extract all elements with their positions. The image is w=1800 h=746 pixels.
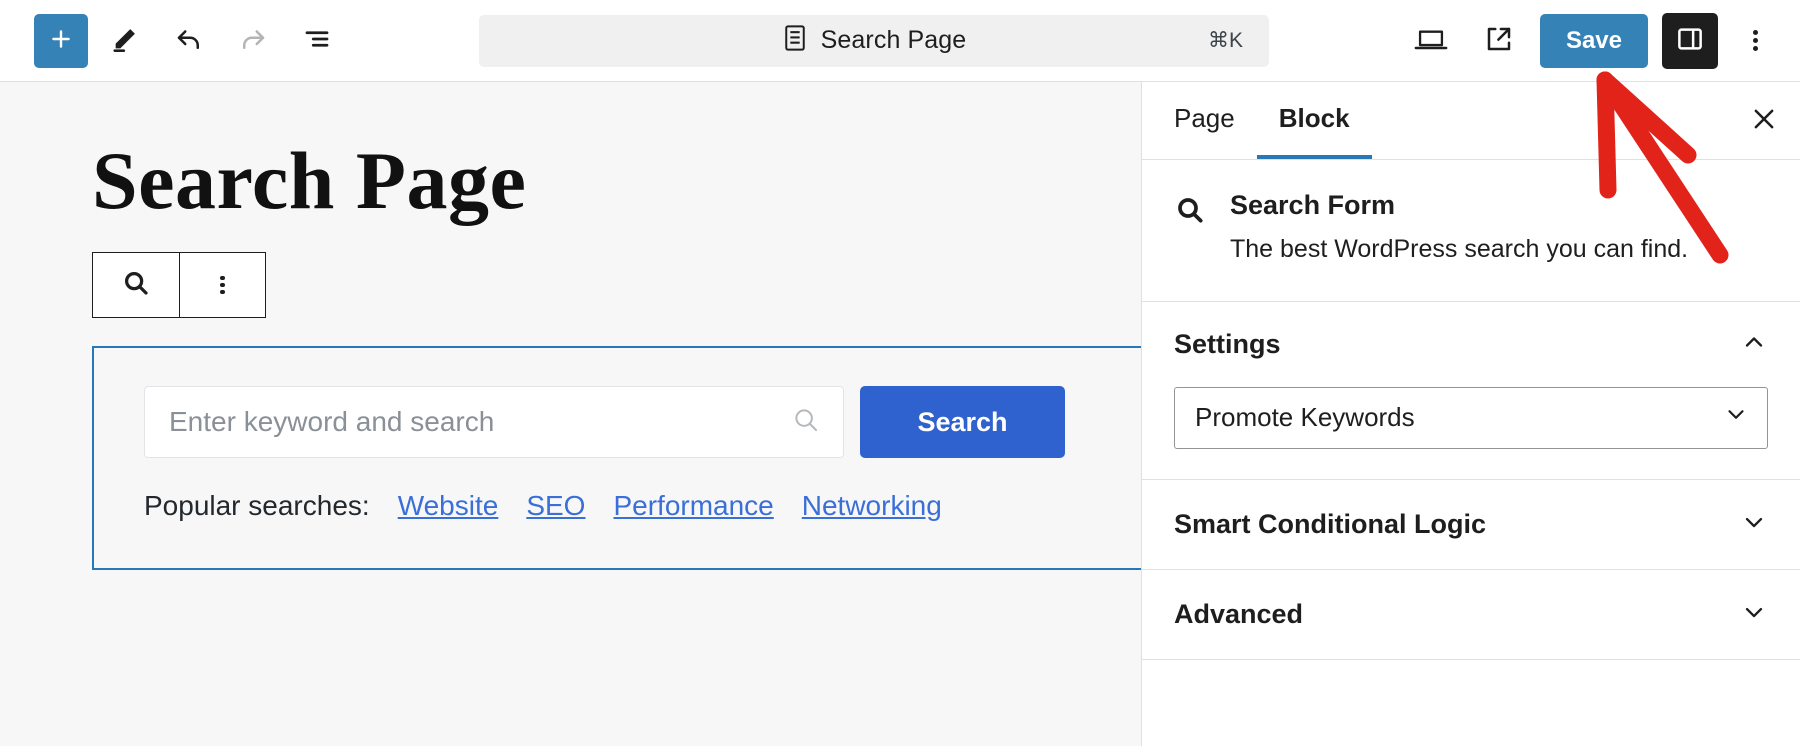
command-bar-title: Search Page xyxy=(820,26,967,54)
panel-advanced-title: Advanced xyxy=(1174,598,1304,629)
panel-smart-conditional-logic: Smart Conditional Logic xyxy=(1142,480,1800,570)
popular-searches: Popular searches: Website SEO Performanc… xyxy=(144,490,1108,522)
tab-page[interactable]: Page xyxy=(1152,82,1257,159)
search-icon xyxy=(791,405,821,440)
plus-icon xyxy=(48,26,74,55)
view-site-button[interactable] xyxy=(1472,14,1526,68)
panel-settings-title: Settings xyxy=(1174,328,1281,359)
panel-settings-header[interactable]: Settings xyxy=(1174,328,1768,361)
pencil-icon xyxy=(111,25,139,56)
search-input-wrapper[interactable] xyxy=(144,386,844,459)
editor-toolbar: Search Page ⌘K Save xyxy=(0,0,1800,82)
kebab-menu-icon xyxy=(1752,27,1758,54)
editor-options-button[interactable] xyxy=(1732,14,1778,68)
search-submit-button[interactable]: Search xyxy=(860,386,1065,459)
page-icon xyxy=(782,24,808,57)
toolbar-right-group: Save xyxy=(1404,12,1778,69)
popular-search-link[interactable]: Networking xyxy=(802,490,942,522)
page-title: Search Page xyxy=(92,135,527,226)
command-bar-shortcut: ⌘K xyxy=(1207,29,1243,52)
chevron-up-icon xyxy=(1740,328,1768,361)
undo-button[interactable] xyxy=(162,14,216,68)
toolbar-center-group: Search Page ⌘K xyxy=(344,14,1404,67)
list-view-icon xyxy=(302,24,332,57)
tab-block[interactable]: Block xyxy=(1256,82,1372,159)
search-input[interactable] xyxy=(167,405,791,440)
promote-keywords-value: Promote Keywords xyxy=(1195,402,1415,433)
undo-icon xyxy=(174,24,204,57)
redo-button[interactable] xyxy=(226,14,280,68)
list-view-button[interactable] xyxy=(290,14,344,68)
popular-search-link[interactable]: Website xyxy=(398,490,499,522)
vertical-dots-icon xyxy=(220,273,225,297)
chevron-down-icon xyxy=(1740,508,1768,541)
add-block-button[interactable] xyxy=(34,13,88,68)
toolbar-left-group xyxy=(34,13,344,68)
command-bar-content: Search Page xyxy=(782,24,967,57)
save-button[interactable]: Save xyxy=(1539,13,1648,68)
search-form-row: Search xyxy=(144,386,1108,459)
sidebar-panel-icon xyxy=(1675,24,1705,57)
chevron-down-icon xyxy=(1723,401,1749,434)
desktop-icon xyxy=(1414,24,1448,57)
block-description: The best WordPress search you can find. xyxy=(1230,235,1689,263)
panel-advanced: Advanced xyxy=(1142,570,1800,660)
external-link-icon xyxy=(1484,24,1514,57)
block-name: Search Form xyxy=(1230,190,1396,220)
block-options-button[interactable] xyxy=(178,253,266,318)
command-bar[interactable]: Search Page ⌘K xyxy=(478,14,1269,67)
settings-sidebar: Page Block Search Form The best WordPres… xyxy=(1142,82,1800,746)
close-sidebar-button[interactable] xyxy=(1728,82,1800,159)
popular-search-link[interactable]: Performance xyxy=(613,490,773,522)
panel-smart-conditional-logic-header[interactable]: Smart Conditional Logic xyxy=(1174,508,1768,541)
tools-pencil-button[interactable] xyxy=(98,14,152,68)
panel-settings: Settings Promote Keywords xyxy=(1142,302,1800,480)
block-floating-toolbar xyxy=(92,252,266,319)
block-editor-app: Search Page ⌘K Save Search Page Enter ke… xyxy=(0,0,1800,746)
popular-searches-label: Popular searches: xyxy=(144,490,370,522)
device-preview-button[interactable] xyxy=(1404,14,1458,68)
search-icon xyxy=(1174,198,1206,230)
promote-keywords-select[interactable]: Promote Keywords xyxy=(1174,386,1768,449)
panel-smart-conditional-logic-title: Smart Conditional Logic xyxy=(1174,508,1487,539)
chevron-down-icon xyxy=(1740,598,1768,631)
search-form-block[interactable]: Search Popular searches: Website SEO Per… xyxy=(92,346,1141,571)
redo-icon xyxy=(238,24,268,57)
block-icon-wrapper xyxy=(1174,190,1206,267)
settings-sidebar-toggle-button[interactable] xyxy=(1662,12,1718,69)
block-info-text: Search Form The best WordPress search yo… xyxy=(1230,190,1688,267)
close-icon xyxy=(1749,104,1779,137)
editor-canvas: Search Page Enter keyword and search Sea… xyxy=(0,82,1142,746)
block-type-search-button[interactable] xyxy=(93,253,179,317)
sidebar-tabs: Page Block xyxy=(1142,82,1800,160)
block-info-card: Search Form The best WordPress search yo… xyxy=(1142,160,1800,302)
search-icon xyxy=(121,268,151,303)
editor-body: Search Page Enter keyword and search Sea… xyxy=(0,82,1800,746)
panel-advanced-header[interactable]: Advanced xyxy=(1174,598,1768,631)
popular-search-link[interactable]: SEO xyxy=(526,490,585,522)
canvas-content: Search Page Enter keyword and search Sea… xyxy=(0,82,1141,571)
